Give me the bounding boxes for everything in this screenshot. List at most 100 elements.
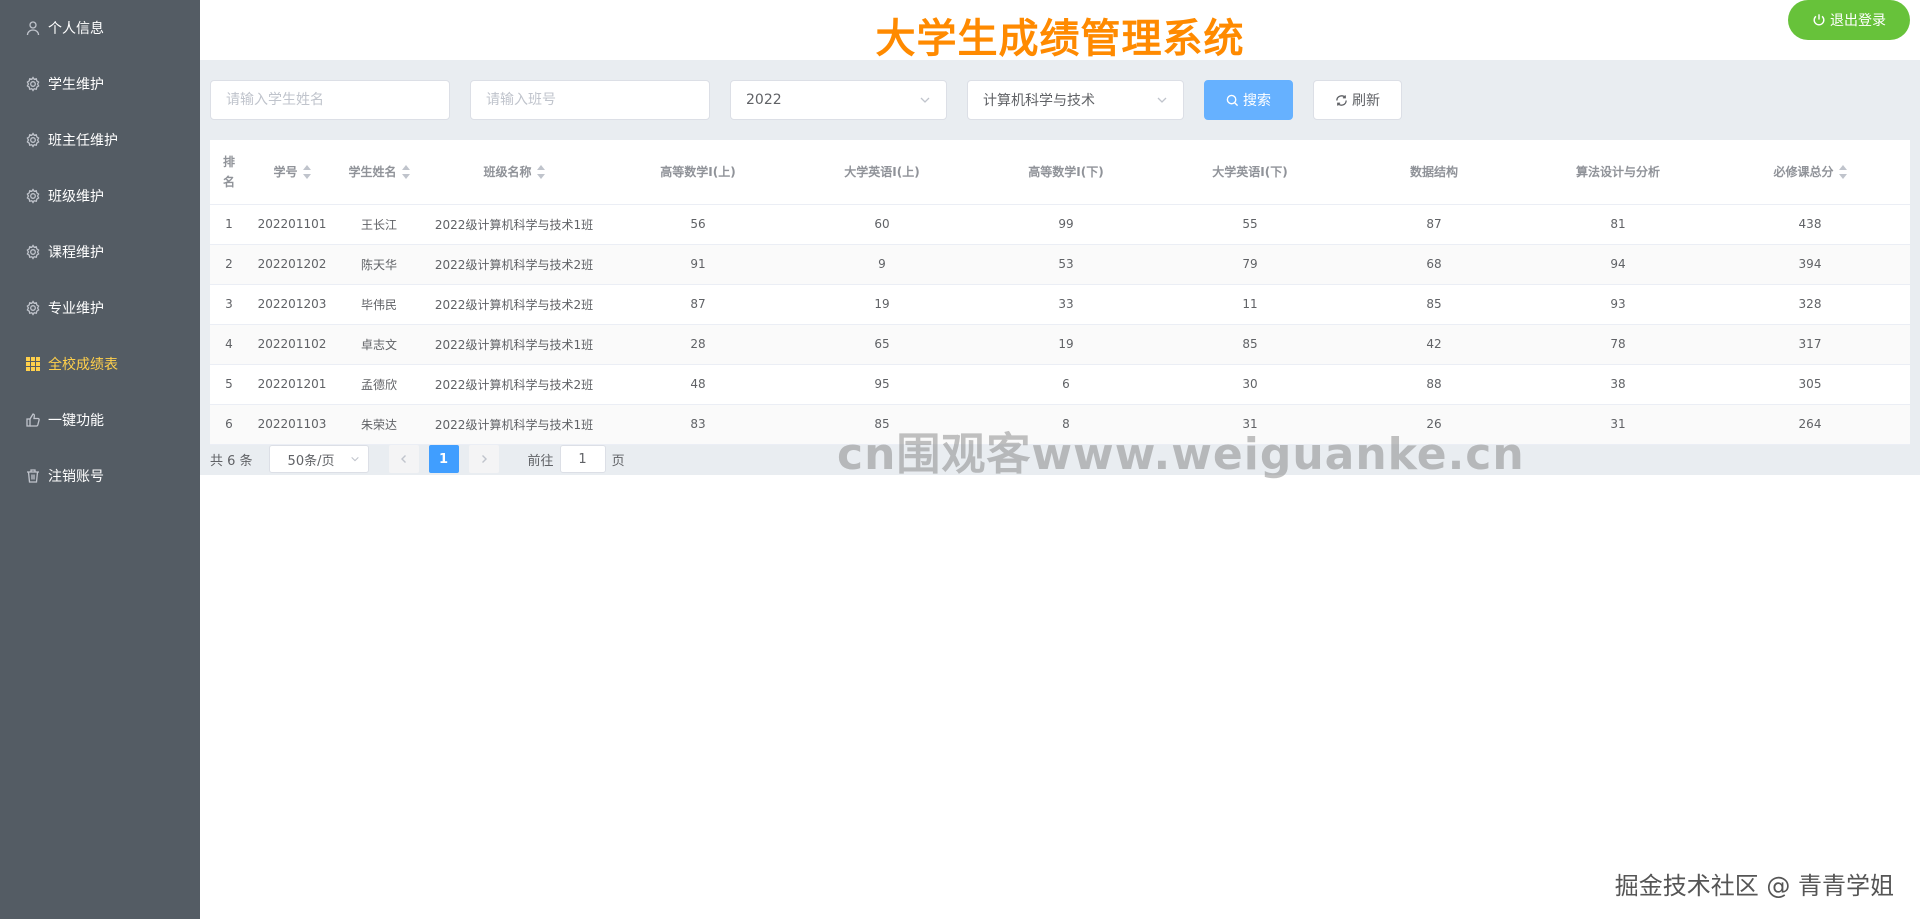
footer-watermark: 掘金技术社区 @ 青青学姐 [1614,872,1894,900]
header-name[interactable]: 学生姓名 [336,140,422,205]
student-name-input[interactable] [210,80,450,120]
sidebar-item-one-click[interactable]: 一键功能 [0,392,200,448]
header-label: 数据结构 [1409,164,1458,179]
cell-math2: 33 [974,284,1158,325]
cell-total: 328 [1710,284,1910,325]
sort-caret-icon[interactable] [1838,165,1847,180]
cell-rank: 4 [210,324,248,365]
table-row[interactable]: 2 202201202 陈天华 2022级计算机科学与技术2班 91 9 53 … [210,244,1910,285]
gear-icon [24,243,42,261]
sidebar-item-deactivate[interactable]: 注销账号 [0,448,200,504]
year-select[interactable]: 2022 [730,80,947,120]
page-jump-input[interactable] [559,445,606,473]
header-label: 学生姓名 [348,164,397,179]
header-algo: 算法设计与分析 [1526,140,1710,205]
logout-button[interactable]: 退出登录 [1788,0,1910,40]
header-total[interactable]: 必修课总分 [1710,140,1910,205]
cell-math2: 99 [974,204,1158,245]
cell-total: 438 [1710,204,1910,245]
gear-icon [24,299,42,317]
cell-english2: 30 [1158,364,1342,405]
sidebar-item-classes[interactable]: 班级维护 [0,168,200,224]
cell-name: 朱荣达 [336,404,422,445]
next-page-button[interactable] [468,445,499,473]
scores-table: 排名 学号 学生姓名 班级名称 高等数学I(上) 大学英语I(上) 高等数学I(… [210,140,1910,445]
cell-class-name: 2022级计算机科学与技术1班 [422,204,606,245]
watermark: cn围观客www.weiguanke.cn [837,429,1525,480]
cell-algo: 31 [1526,404,1710,445]
header-class-name[interactable]: 班级名称 [422,140,606,205]
logout-label: 退出登录 [1830,12,1886,28]
cell-english1: 95 [790,364,974,405]
cell-math2: 6 [974,364,1158,405]
cell-math1: 56 [606,204,790,245]
cell-algo: 93 [1526,284,1710,325]
sidebar-item-profile[interactable]: 个人信息 [0,0,200,56]
refresh-button[interactable]: 刷新 [1313,80,1402,120]
sidebar-item-teachers[interactable]: 班主任维护 [0,112,200,168]
cell-total: 394 [1710,244,1910,285]
header-math2: 高等数学I(下) [974,140,1158,205]
trash-icon [24,467,42,485]
sort-caret-icon[interactable] [302,165,311,180]
header-label: 班级名称 [483,164,532,179]
sidebar: 个人信息 学生维护 班主任维护 班级维护 课程维护 专业维护 全校成绩表 一键功… [0,0,200,919]
header-label: 学号 [273,164,298,179]
header-english1: 大学英语I(上) [790,140,974,205]
scores-table-container: 排名 学号 学生姓名 班级名称 高等数学I(上) 大学英语I(上) 高等数学I(… [210,140,1910,445]
table-row[interactable]: 1 202201101 王长江 2022级计算机科学与技术1班 56 60 99… [210,204,1910,245]
page-number-current[interactable]: 1 [428,445,459,473]
cell-math1: 83 [606,404,790,445]
sidebar-item-label: 班主任维护 [48,133,118,149]
gear-icon [24,75,42,93]
table-row[interactable]: 4 202201102 卓志文 2022级计算机科学与技术1班 28 65 19… [210,324,1910,365]
cell-total: 264 [1710,404,1910,445]
chevron-right-icon [481,455,487,463]
cell-algo: 78 [1526,324,1710,365]
major-select[interactable]: 计算机科学与技术 [967,80,1184,120]
cell-rank: 2 [210,244,248,285]
cell-student-no: 202201102 [248,324,336,365]
cell-ds: 85 [1342,284,1526,325]
sidebar-item-label: 注销账号 [48,469,104,485]
cell-english2: 55 [1158,204,1342,245]
cell-name: 陈天华 [336,244,422,285]
thumb-icon [24,411,42,429]
cell-class-name: 2022级计算机科学与技术1班 [422,324,606,365]
cell-total: 305 [1710,364,1910,405]
cell-name: 王长江 [336,204,422,245]
user-icon [24,19,42,37]
cell-ds: 68 [1342,244,1526,285]
cell-ds: 88 [1342,364,1526,405]
sidebar-item-majors[interactable]: 专业维护 [0,280,200,336]
search-icon [1226,94,1239,106]
power-icon [1813,14,1825,26]
cell-student-no: 202201101 [248,204,336,245]
sort-caret-icon[interactable] [536,165,545,180]
table-row[interactable]: 5 202201201 孟德欣 2022级计算机科学与技术2班 48 95 6 … [210,364,1910,405]
cell-math1: 91 [606,244,790,285]
header-rank: 排名 [210,140,248,205]
cell-english2: 85 [1158,324,1342,365]
cell-math1: 87 [606,284,790,325]
class-number-input[interactable] [470,80,710,120]
header-label: 高等数学I(下) [1028,164,1104,179]
pagination-total: 共 6 条 [210,453,253,469]
cell-english1: 60 [790,204,974,245]
header-student-no[interactable]: 学号 [248,140,336,205]
cell-rank: 1 [210,204,248,245]
sidebar-item-students[interactable]: 学生维护 [0,56,200,112]
prev-page-button[interactable] [388,445,419,473]
table-row[interactable]: 3 202201203 毕伟民 2022级计算机科学与技术2班 87 19 33… [210,284,1910,325]
cell-total: 317 [1710,324,1910,365]
page-size-select[interactable]: 50条/页 [268,445,369,473]
content-area: 2022 计算机科学与技术 搜索 刷新 [200,60,1920,475]
header-label: 大学英语I(上) [844,164,920,179]
header-label: 算法设计与分析 [1575,164,1660,179]
sort-caret-icon[interactable] [401,165,410,180]
sidebar-item-scores[interactable]: 全校成绩表 [0,336,200,392]
sidebar-item-courses[interactable]: 课程维护 [0,224,200,280]
chevron-down-icon [1157,97,1167,103]
header-label: 高等数学I(上) [660,164,736,179]
search-button[interactable]: 搜索 [1204,80,1293,120]
